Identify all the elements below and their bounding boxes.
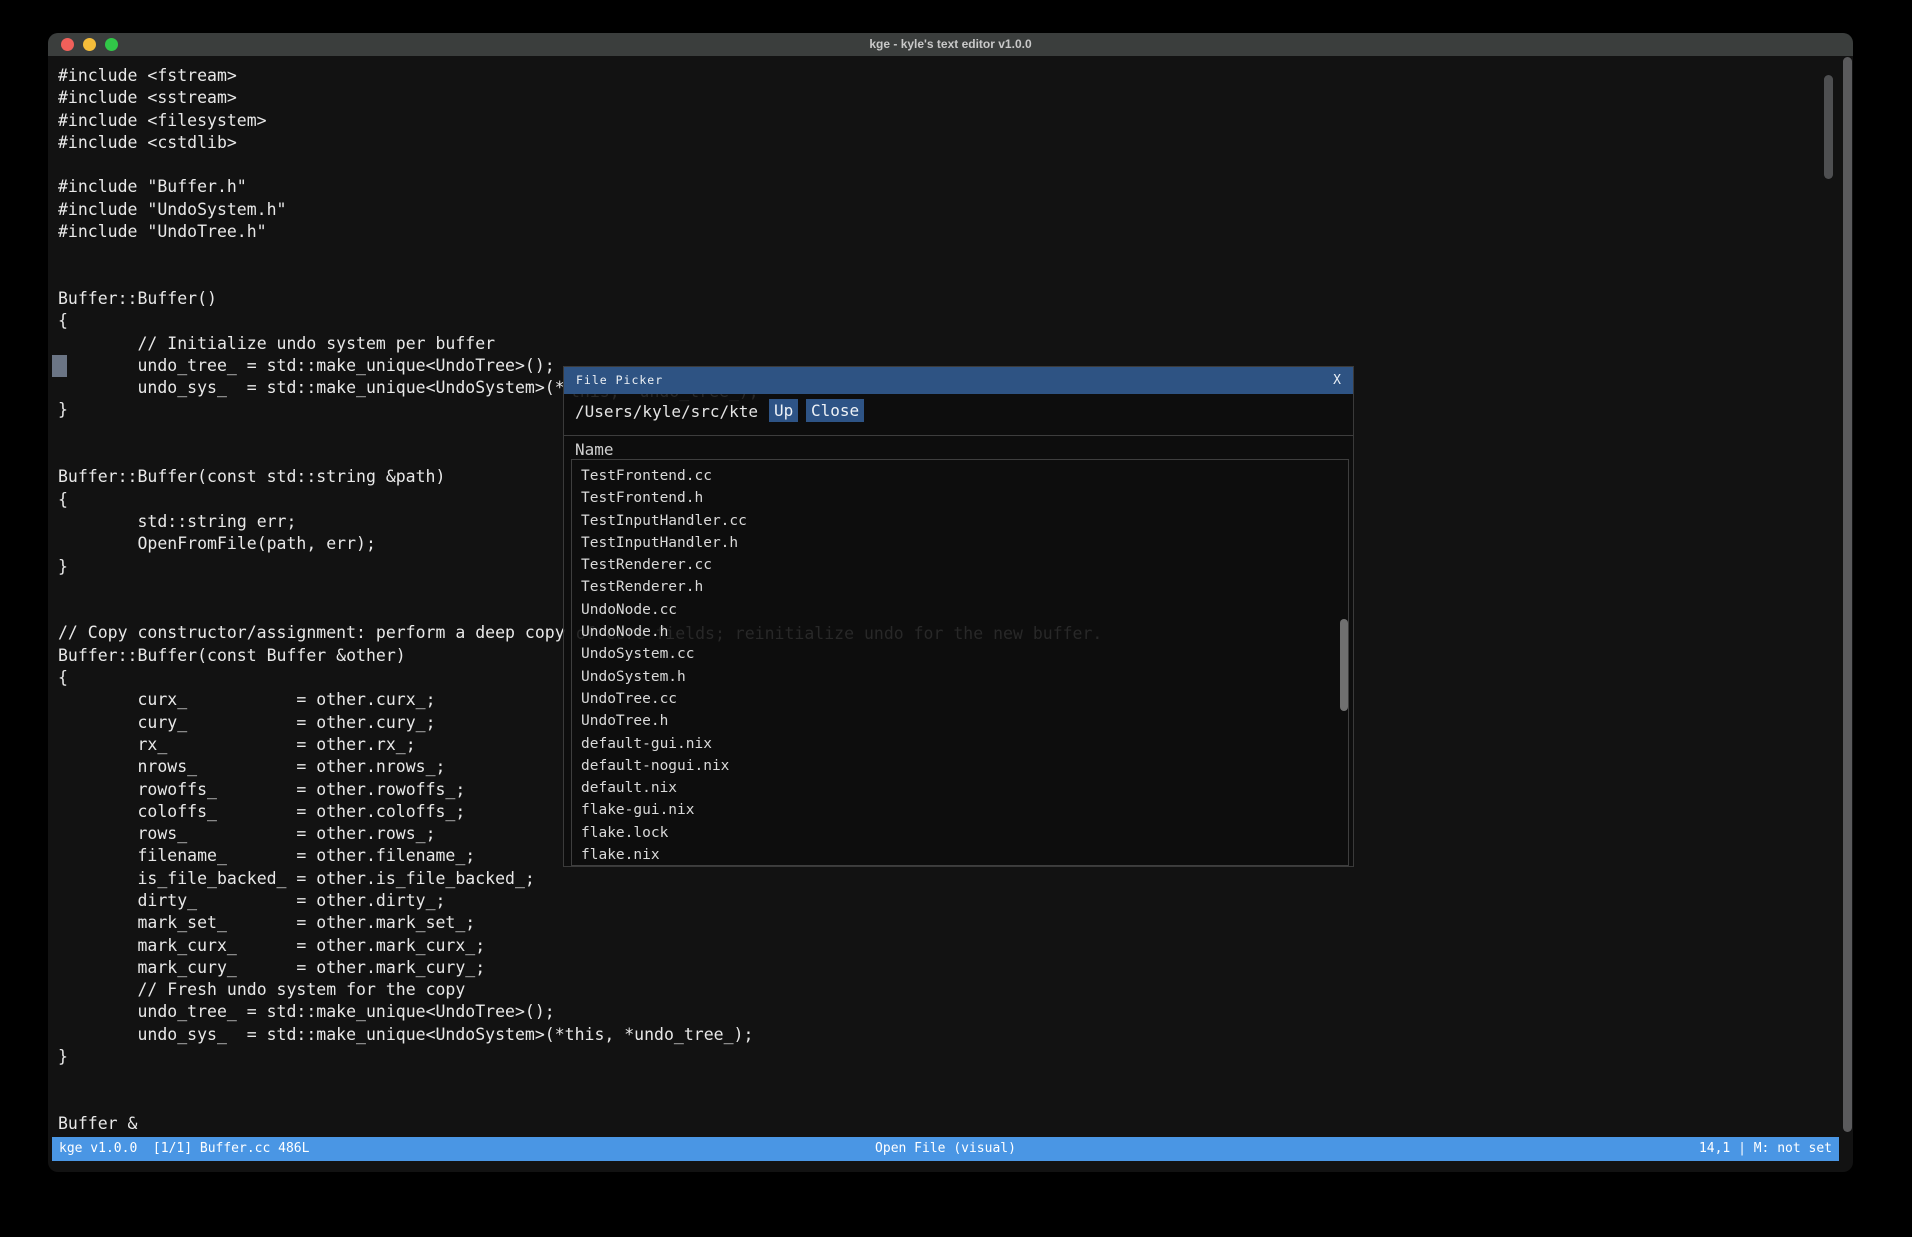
file-item[interactable]: UndoSystem.cc xyxy=(581,643,1348,665)
path-row: /Users/kyle/src/kte Up Close xyxy=(564,394,1353,432)
status-bar: kge v1.0.0 [1/1] Buffer.cc 486L Open Fil… xyxy=(52,1137,1839,1161)
dialog-title: File Picker xyxy=(576,367,663,394)
close-icon[interactable]: X xyxy=(1333,367,1341,394)
close-button[interactable]: Close xyxy=(806,399,864,422)
file-item[interactable]: default-gui.nix xyxy=(581,733,1348,755)
file-item[interactable]: default-nogui.nix xyxy=(581,755,1348,777)
file-picker-dialog: this, *undo_tree_); y of core fields; re… xyxy=(563,366,1354,867)
file-item[interactable]: default.nix xyxy=(581,777,1348,799)
name-column-header: Name xyxy=(575,440,614,459)
window-scrollbar-track[interactable] xyxy=(1843,57,1852,1132)
file-item[interactable]: UndoTree.cc xyxy=(581,688,1348,710)
file-list: TestFrontend.ccTestFrontend.hTestInputHa… xyxy=(571,459,1349,866)
file-item[interactable]: UndoNode.cc xyxy=(581,599,1348,621)
close-window-icon[interactable] xyxy=(61,38,74,51)
file-item[interactable]: flake.nix xyxy=(581,844,1348,866)
file-item[interactable]: flake.lock xyxy=(581,822,1348,844)
file-item[interactable]: TestInputHandler.cc xyxy=(581,510,1348,532)
status-mode: Open File (visual) xyxy=(52,1137,1839,1161)
file-item[interactable]: TestFrontend.cc xyxy=(581,465,1348,487)
editor-scrollbar-thumb[interactable] xyxy=(1824,75,1833,179)
dialog-titlebar: File Picker X xyxy=(564,367,1353,394)
up-button[interactable]: Up xyxy=(769,399,798,422)
zoom-window-icon[interactable] xyxy=(105,38,118,51)
file-item[interactable]: TestInputHandler.h xyxy=(581,532,1348,554)
file-item[interactable]: UndoNode.h xyxy=(581,621,1348,643)
file-list-scrollbar-thumb[interactable] xyxy=(1340,619,1348,711)
window-title: kge - kyle's text editor v1.0.0 xyxy=(48,33,1853,56)
file-item[interactable]: UndoTree.h xyxy=(581,710,1348,732)
minimize-window-icon[interactable] xyxy=(83,38,96,51)
current-path: /Users/kyle/src/kte xyxy=(575,402,758,421)
app-window: #include <fstream> #include <sstream> #i… xyxy=(48,33,1853,1172)
file-item[interactable]: UndoSystem.h xyxy=(581,666,1348,688)
window-titlebar[interactable]: kge - kyle's text editor v1.0.0 xyxy=(48,33,1853,56)
file-item[interactable]: TestFrontend.h xyxy=(581,487,1348,509)
file-item[interactable]: TestRenderer.cc xyxy=(581,554,1348,576)
text-cursor xyxy=(52,355,67,377)
divider xyxy=(564,435,1353,436)
file-item[interactable]: TestRenderer.h xyxy=(581,576,1348,598)
file-item[interactable]: flake-gui.nix xyxy=(581,799,1348,821)
status-cursor-position: 14,1 | M: not set xyxy=(1699,1137,1832,1161)
